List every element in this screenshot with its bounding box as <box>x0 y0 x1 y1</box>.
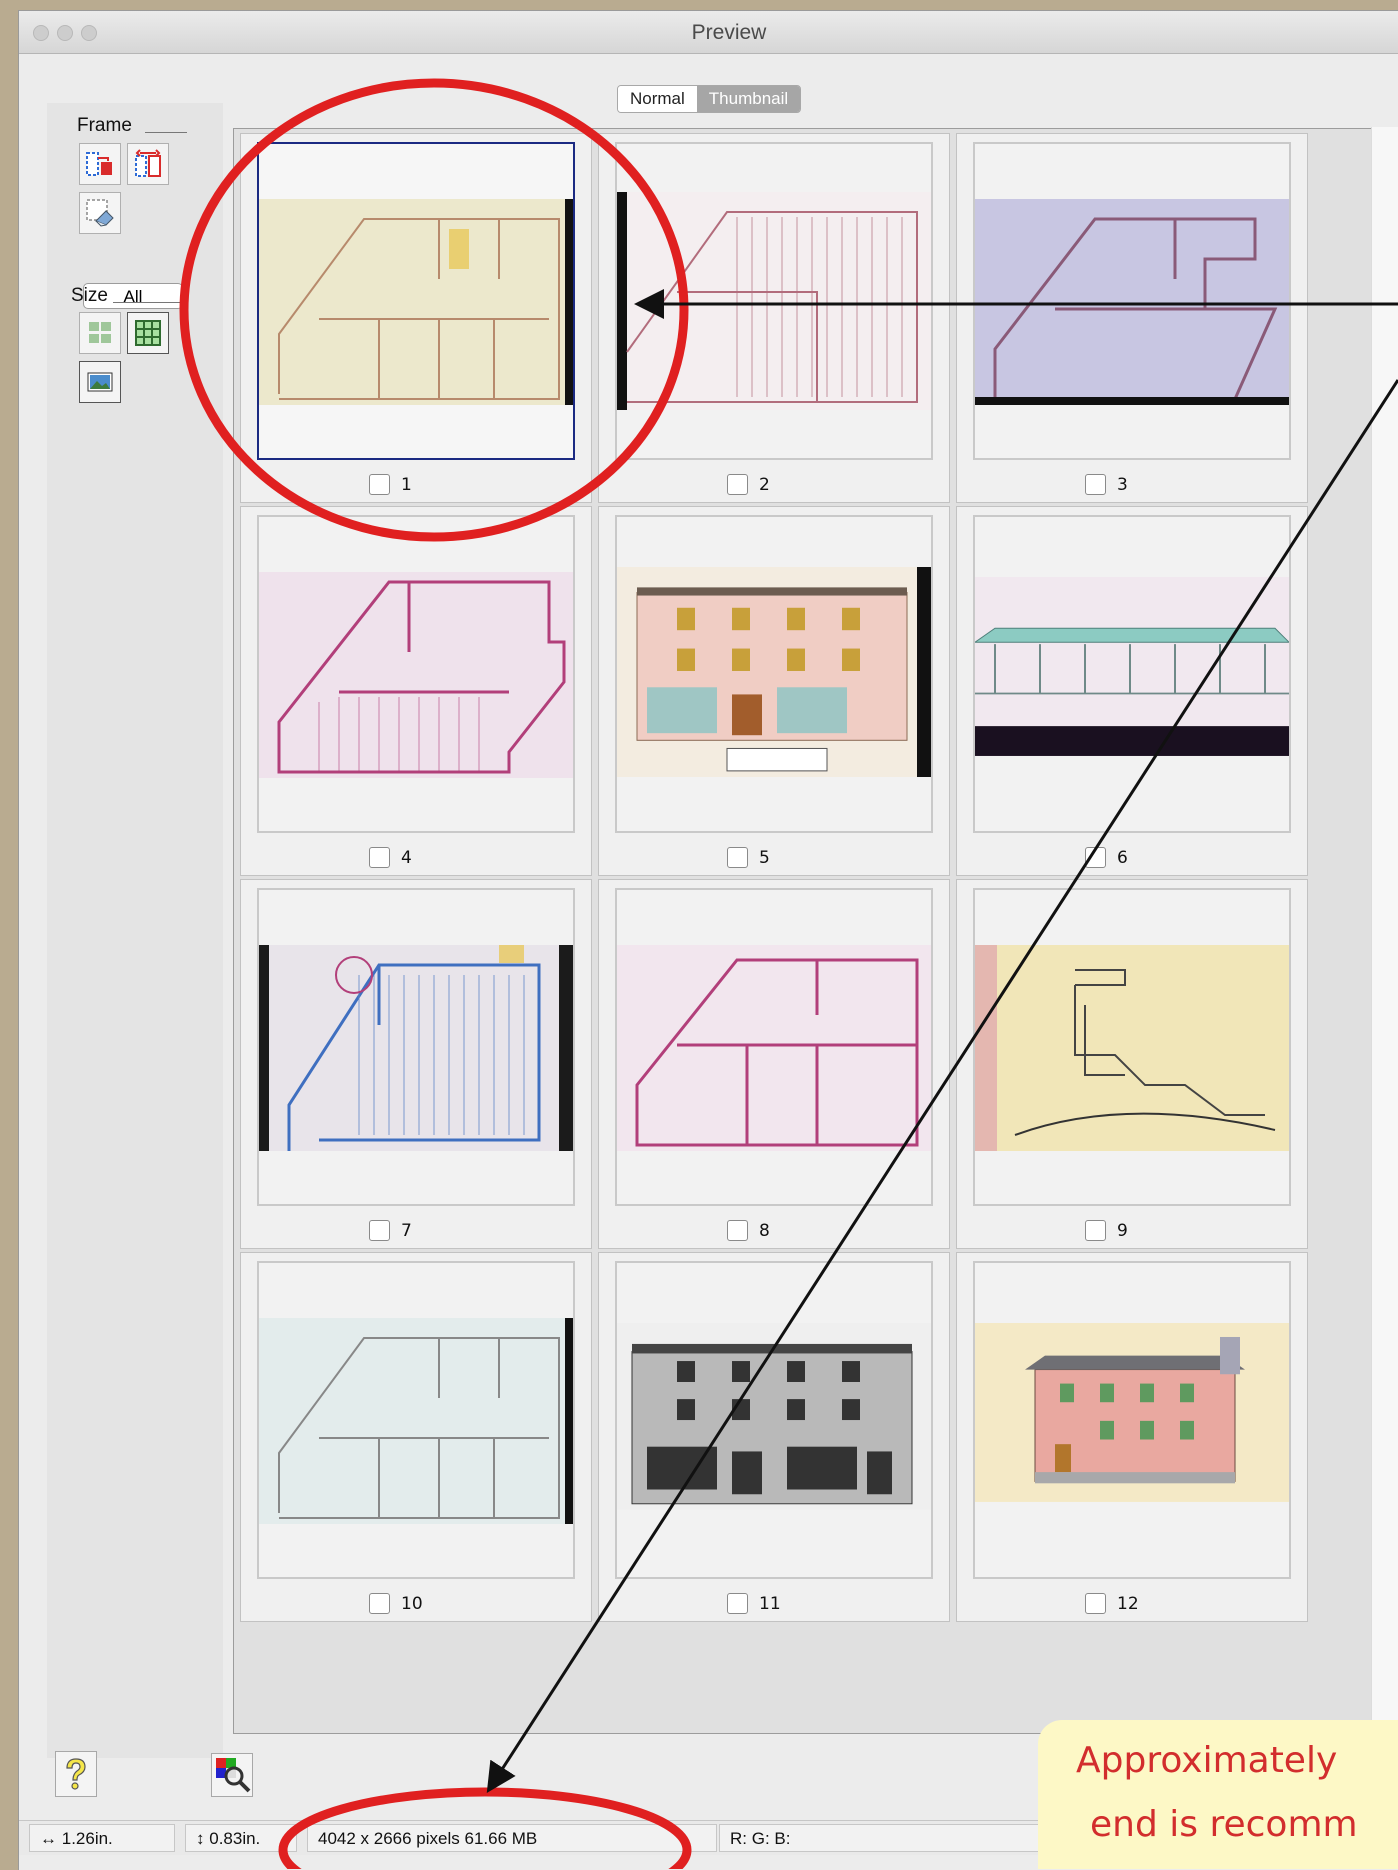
floor-plan-image <box>975 199 1289 405</box>
thumbnail-frame-selected[interactable] <box>257 142 575 460</box>
title-bar: Preview <box>19 11 1398 54</box>
thumbnail-number: 8 <box>759 1221 770 1241</box>
floor-plan-image <box>617 945 931 1151</box>
thumbnail-view-button[interactable]: Thumbnail <box>696 86 801 112</box>
frame-erase-button[interactable] <box>79 192 121 234</box>
thumbnail-frame[interactable] <box>615 515 933 833</box>
height-arrow-icon: ↕ <box>196 1829 205 1848</box>
moulding-drawing-image <box>975 945 1289 1151</box>
thumbnail-cell[interactable]: 11 <box>598 1252 950 1622</box>
thumbnail-frame[interactable] <box>973 515 1291 833</box>
thumbnail-checkbox[interactable] <box>727 474 748 495</box>
floor-plan-image <box>617 192 931 410</box>
thumbnail-cell[interactable]: 12 <box>956 1252 1308 1622</box>
thumbnail-cell[interactable]: 4 <box>240 506 592 876</box>
thumbnail-frame[interactable] <box>615 888 933 1206</box>
thumbnail-checkbox[interactable] <box>1085 847 1106 868</box>
thumbnail-number: 11 <box>759 1594 781 1614</box>
thumbnail-frame[interactable] <box>973 1261 1291 1579</box>
thumbnail-frame[interactable] <box>973 142 1291 460</box>
thumbnail-number: 6 <box>1117 848 1128 868</box>
thumbnail-frame[interactable] <box>973 888 1291 1206</box>
thumbnail-frame[interactable] <box>257 888 575 1206</box>
thumbnail-cell[interactable]: 10 <box>240 1252 592 1622</box>
height-value: 0.83in. <box>209 1829 261 1848</box>
thumbnail-frame[interactable] <box>257 515 575 833</box>
thumbnail-checkbox[interactable] <box>1085 1220 1106 1241</box>
thumbnail-cell[interactable]: 5 <box>598 506 950 876</box>
thumbnail-number: 2 <box>759 475 770 495</box>
thumbnail-cell[interactable]: 1 <box>240 133 592 503</box>
frame-flip-button[interactable] <box>127 143 169 185</box>
size-divider <box>113 302 187 303</box>
thumbnail-cell[interactable]: 3 <box>956 133 1308 503</box>
elevation-image <box>975 577 1289 756</box>
width-arrow-icon: ↔ <box>40 1829 57 1848</box>
vertical-scrollbar[interactable] <box>1371 127 1398 1735</box>
help-icon <box>66 1758 86 1790</box>
thumbnail-cell[interactable]: 7 <box>240 879 592 1249</box>
frame-label: Frame <box>77 115 132 136</box>
thumbnail-number: 4 <box>401 848 412 868</box>
elevation-image <box>975 1323 1289 1502</box>
thumbnail-checkbox[interactable] <box>1085 1593 1106 1614</box>
frame-flip-icon <box>135 149 161 177</box>
thumbnail-checkbox[interactable] <box>1085 474 1106 495</box>
thumbnail-cell[interactable]: 2 <box>598 133 950 503</box>
callout-line-2: end is recomm <box>1090 1804 1358 1845</box>
large-image-icon <box>87 372 113 392</box>
dimensions-field: 4042 x 2666 pixels 61.66 MB <box>307 1824 717 1852</box>
size-small-button[interactable] <box>127 312 169 354</box>
height-field: ↕ 0.83in. <box>185 1824 297 1852</box>
thumbnail-cell[interactable]: 6 <box>956 506 1308 876</box>
thumbnail-cell[interactable]: 9 <box>956 879 1308 1249</box>
thumbnail-checkbox[interactable] <box>369 1593 390 1614</box>
size-medium-button[interactable] <box>79 312 121 354</box>
thumbnail-number: 3 <box>1117 475 1128 495</box>
thumbnail-number: 9 <box>1117 1221 1128 1241</box>
floor-plan-image <box>259 199 573 405</box>
thumbnail-checkbox[interactable] <box>369 1220 390 1241</box>
inspect-button[interactable] <box>211 1753 253 1797</box>
thumbnail-number: 1 <box>401 475 412 495</box>
normal-view-button[interactable]: Normal <box>618 86 697 112</box>
thumbnail-cell[interactable]: 8 <box>598 879 950 1249</box>
frame-fit-button[interactable] <box>79 143 121 185</box>
grid-medium-icon <box>89 322 111 343</box>
view-toggle: Normal Thumbnail <box>617 85 802 113</box>
size-label: Size <box>71 285 108 306</box>
eraser-icon <box>86 199 114 227</box>
sidebar: Frame All Size <box>47 103 223 1758</box>
thumbnail-number: 12 <box>1117 1594 1139 1614</box>
elevation-image <box>617 1323 931 1510</box>
preview-window: Preview Normal Thumbnail Frame All Size … <box>18 10 1398 1870</box>
thumbnail-checkbox[interactable] <box>369 847 390 868</box>
floor-plan-image <box>259 1318 573 1524</box>
annotation-callout: Approximately end is recomm <box>1038 1720 1398 1869</box>
callout-line-1: Approximately <box>1076 1740 1338 1781</box>
elevation-image <box>617 567 931 777</box>
frame-fit-icon <box>86 152 112 176</box>
grid-small-icon <box>135 320 161 346</box>
size-large-button[interactable] <box>79 361 121 403</box>
width-value: 1.26in. <box>61 1829 113 1848</box>
thumbnail-frame[interactable] <box>257 1261 575 1579</box>
help-button[interactable] <box>55 1751 97 1797</box>
thumbnail-checkbox[interactable] <box>727 1220 748 1241</box>
floor-plan-image <box>259 945 573 1151</box>
window-title: Preview <box>691 21 767 44</box>
thumbnail-checkbox[interactable] <box>369 474 390 495</box>
thumbnail-number: 5 <box>759 848 770 868</box>
thumbnail-frame[interactable] <box>615 1261 933 1579</box>
thumbnail-checkbox[interactable] <box>727 847 748 868</box>
thumbnail-number: 7 <box>401 1221 412 1241</box>
thumbnail-checkbox[interactable] <box>727 1593 748 1614</box>
magnifier-icon <box>216 1758 251 1793</box>
thumbnail-number: 10 <box>401 1594 423 1614</box>
frame-divider <box>145 132 187 133</box>
width-field: ↔ 1.26in. <box>29 1824 175 1852</box>
thumbnail-frame[interactable] <box>615 142 933 460</box>
rgb-field: R: G: B: <box>719 1824 1039 1852</box>
floor-plan-image <box>259 572 573 778</box>
